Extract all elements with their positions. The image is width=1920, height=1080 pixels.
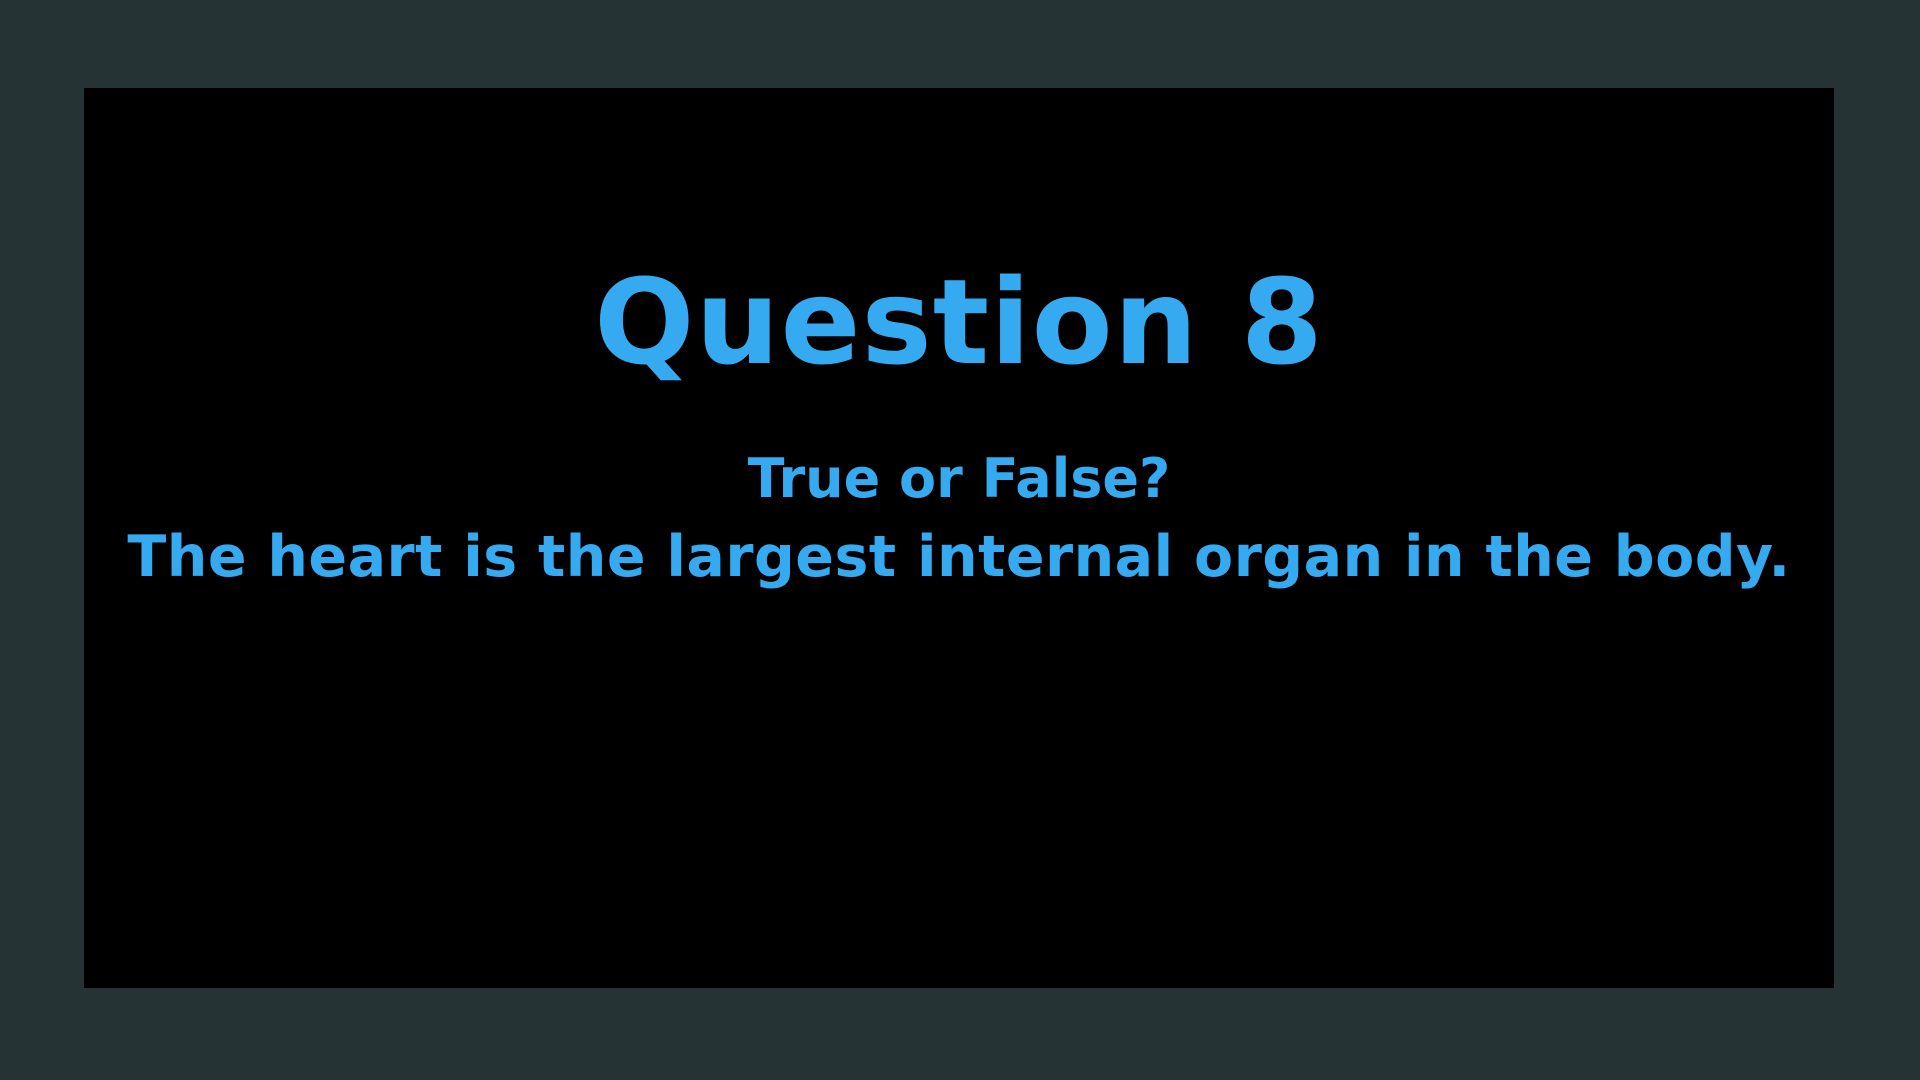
question-statement: The heart is the largest internal organ … <box>127 524 1791 590</box>
presentation-slide: Question 8 True or False? The heart is t… <box>84 88 1834 988</box>
slide-body: True or False? The heart is the largest … <box>84 440 1834 596</box>
question-prompt: True or False? <box>747 447 1171 510</box>
slide-title: Question 8 <box>594 253 1324 391</box>
